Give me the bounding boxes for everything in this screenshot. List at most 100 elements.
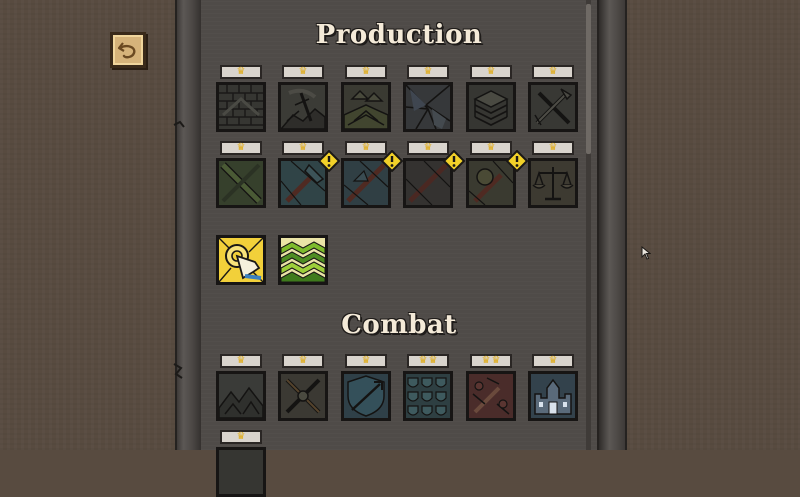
skill-tile-p9[interactable]: ♛	[341, 141, 403, 208]
skill-tile-u2[interactable]	[278, 218, 328, 285]
skill-tile-c2[interactable]: ♛	[278, 354, 328, 421]
tile-frame	[278, 235, 328, 285]
balance-scale-icon	[531, 161, 575, 205]
pickaxe-rock-icon	[281, 85, 325, 129]
crown-icon: ♛	[236, 355, 246, 366]
brick-wall-icon	[219, 85, 263, 129]
crown-cap: ♛	[220, 430, 262, 444]
tile-frame	[341, 82, 391, 132]
back-button[interactable]	[110, 32, 146, 68]
panel-right-pillar	[597, 0, 627, 450]
crown-icon: ♛	[298, 66, 308, 77]
skill-tile-p1[interactable]: ♛	[216, 65, 266, 132]
tile-frame	[216, 235, 266, 285]
crown-icon: ♛	[361, 66, 371, 77]
skill-tile-p4[interactable]: ♛	[403, 65, 453, 132]
crown-cap: ♛	[407, 65, 449, 79]
crown-icon: ♛	[548, 66, 558, 77]
crown-icon: ♛	[361, 355, 371, 366]
tile-frame	[528, 371, 578, 421]
tile-frame	[216, 158, 266, 208]
crown-icon: ♛	[486, 142, 496, 153]
farm-field-icon	[344, 85, 388, 129]
crossed-swords-icon	[281, 374, 325, 418]
tools-crossed-icon	[531, 85, 575, 129]
tile-frame	[216, 447, 266, 497]
undo-arrow-icon	[117, 42, 136, 59]
crown-icon: ♛	[491, 355, 501, 366]
pillar-crack	[173, 363, 183, 379]
tile-frame	[278, 371, 328, 421]
section-title-production: Production	[315, 20, 483, 50]
crown-icon: ♛	[298, 355, 308, 366]
green-chevrons-icon	[281, 238, 325, 282]
crown-cap: ♛	[345, 354, 387, 368]
crown-cap: ♛	[345, 65, 387, 79]
skill-tile-c1[interactable]: ♛	[216, 354, 266, 421]
shards-icon	[406, 85, 450, 129]
skill-tile-c5[interactable]: ♛ ♛	[466, 354, 516, 421]
shield-rows-icon	[406, 374, 450, 418]
warning-icon	[381, 150, 403, 172]
crown-icon: ♛	[548, 355, 558, 366]
skill-tile-p2[interactable]: ♛	[278, 65, 328, 132]
castle-icon	[531, 374, 575, 418]
skill-tile-p8[interactable]: ♛	[278, 141, 340, 208]
crown-icon: ♛	[486, 66, 496, 77]
skill-tile-c3[interactable]: ♛	[341, 354, 391, 421]
crown-icon: ♛	[236, 431, 246, 442]
crossed-staves-icon	[219, 161, 263, 205]
tile-frame	[216, 371, 266, 421]
skill-tile-p5[interactable]: ♛	[466, 65, 516, 132]
broken-sword-icon	[469, 374, 513, 418]
crown-icon: ♛	[428, 355, 438, 366]
skill-tile-p12[interactable]: ♛	[528, 141, 578, 208]
skill-tile-u1[interactable]	[216, 218, 266, 285]
warning-icon	[443, 150, 465, 172]
crown-icon: ♛	[423, 66, 433, 77]
crown-icon: ♛	[236, 66, 246, 77]
tile-frame	[466, 371, 516, 421]
pillar-crack	[173, 120, 185, 128]
crown-cap: ♛	[532, 141, 574, 155]
warning-icon	[506, 150, 528, 172]
skill-tile-p3[interactable]: ♛	[341, 65, 391, 132]
crown-icon: ♛	[481, 355, 491, 366]
crown-icon: ♛	[298, 142, 308, 153]
crown-icon: ♛	[236, 142, 246, 153]
shield-arrow-icon	[344, 374, 388, 418]
section-title-combat: Combat	[341, 310, 457, 340]
skill-tile-c7[interactable]: ♛	[216, 430, 266, 497]
tile-frame	[403, 371, 453, 421]
tap-hand-icon	[219, 238, 263, 282]
skill-tile-c6[interactable]: ♛	[528, 354, 578, 421]
mouse-cursor-icon	[641, 246, 651, 260]
warning-icon	[318, 150, 340, 172]
crown-cap: ♛	[220, 141, 262, 155]
crown-icon: ♛	[548, 142, 558, 153]
skill-tile-p11[interactable]: ♛	[466, 141, 528, 208]
crown-cap: ♛	[282, 65, 324, 79]
tile-frame	[403, 82, 453, 132]
skill-tile-c4[interactable]: ♛ ♛	[403, 354, 453, 421]
crown-cap: ♛	[532, 354, 574, 368]
locked-icon	[219, 450, 263, 494]
crown-cap: ♛	[470, 65, 512, 79]
tile-frame	[278, 82, 328, 132]
tile-frame	[466, 82, 516, 132]
crown-icon: ♛	[418, 355, 428, 366]
skill-tile-p10[interactable]: ♛	[403, 141, 465, 208]
crown-cap: ♛ ♛	[407, 354, 449, 368]
tile-frame	[216, 82, 266, 132]
mountain-camp-icon	[219, 374, 263, 418]
crown-cap: ♛	[220, 65, 262, 79]
crown-icon: ♛	[361, 142, 371, 153]
crown-icon: ♛	[423, 142, 433, 153]
tile-frame	[528, 158, 578, 208]
skill-tile-p7[interactable]: ♛	[216, 141, 266, 208]
tile-frame	[528, 82, 578, 132]
skill-tile-p6[interactable]: ♛	[528, 65, 578, 132]
stacked-planks-icon	[469, 85, 513, 129]
crown-cap: ♛ ♛	[470, 354, 512, 368]
crown-cap: ♛	[220, 354, 262, 368]
